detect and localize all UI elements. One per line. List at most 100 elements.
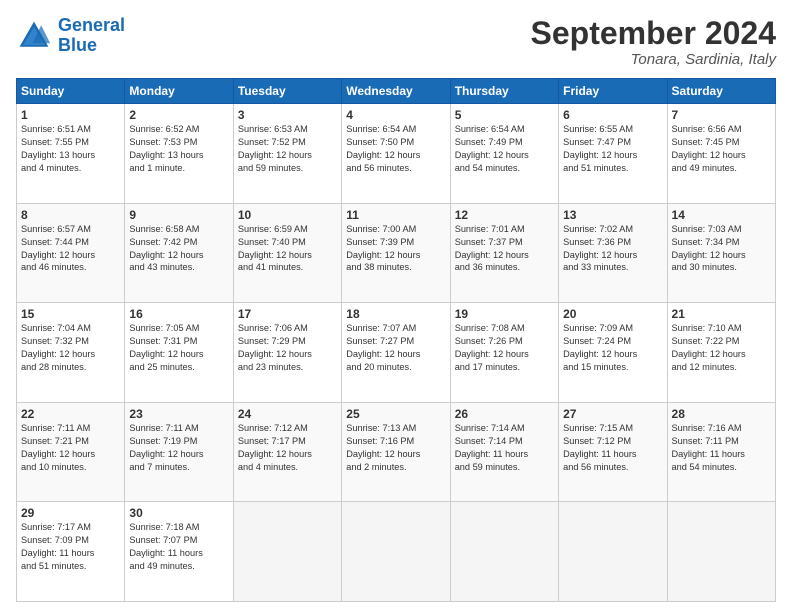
day-number: 9 — [129, 208, 228, 222]
day-number: 7 — [672, 108, 771, 122]
calendar-cell — [342, 502, 450, 602]
calendar-week-5: 29Sunrise: 7:17 AM Sunset: 7:09 PM Dayli… — [17, 502, 776, 602]
day-info: Sunrise: 6:59 AM Sunset: 7:40 PM Dayligh… — [238, 223, 337, 275]
calendar-cell: 28Sunrise: 7:16 AM Sunset: 7:11 PM Dayli… — [667, 402, 775, 502]
calendar-cell: 5Sunrise: 6:54 AM Sunset: 7:49 PM Daylig… — [450, 104, 558, 204]
calendar-week-4: 22Sunrise: 7:11 AM Sunset: 7:21 PM Dayli… — [17, 402, 776, 502]
logo-blue: Blue — [58, 35, 97, 55]
day-number: 19 — [455, 307, 554, 321]
calendar-cell: 22Sunrise: 7:11 AM Sunset: 7:21 PM Dayli… — [17, 402, 125, 502]
calendar-week-3: 15Sunrise: 7:04 AM Sunset: 7:32 PM Dayli… — [17, 303, 776, 403]
calendar-cell: 9Sunrise: 6:58 AM Sunset: 7:42 PM Daylig… — [125, 203, 233, 303]
day-number: 3 — [238, 108, 337, 122]
day-info: Sunrise: 7:17 AM Sunset: 7:09 PM Dayligh… — [21, 521, 120, 573]
calendar-cell: 18Sunrise: 7:07 AM Sunset: 7:27 PM Dayli… — [342, 303, 450, 403]
day-info: Sunrise: 7:01 AM Sunset: 7:37 PM Dayligh… — [455, 223, 554, 275]
calendar-cell: 2Sunrise: 6:52 AM Sunset: 7:53 PM Daylig… — [125, 104, 233, 204]
calendar-cell: 3Sunrise: 6:53 AM Sunset: 7:52 PM Daylig… — [233, 104, 341, 204]
col-header-saturday: Saturday — [667, 79, 775, 104]
day-info: Sunrise: 7:05 AM Sunset: 7:31 PM Dayligh… — [129, 322, 228, 374]
day-info: Sunrise: 7:08 AM Sunset: 7:26 PM Dayligh… — [455, 322, 554, 374]
calendar-cell — [450, 502, 558, 602]
calendar-cell: 23Sunrise: 7:11 AM Sunset: 7:19 PM Dayli… — [125, 402, 233, 502]
calendar-cell: 12Sunrise: 7:01 AM Sunset: 7:37 PM Dayli… — [450, 203, 558, 303]
calendar-header-row: SundayMondayTuesdayWednesdayThursdayFrid… — [17, 79, 776, 104]
day-number: 14 — [672, 208, 771, 222]
day-info: Sunrise: 6:56 AM Sunset: 7:45 PM Dayligh… — [672, 123, 771, 175]
day-info: Sunrise: 6:54 AM Sunset: 7:50 PM Dayligh… — [346, 123, 445, 175]
day-info: Sunrise: 6:55 AM Sunset: 7:47 PM Dayligh… — [563, 123, 662, 175]
day-number: 16 — [129, 307, 228, 321]
day-number: 4 — [346, 108, 445, 122]
col-header-monday: Monday — [125, 79, 233, 104]
calendar-cell: 29Sunrise: 7:17 AM Sunset: 7:09 PM Dayli… — [17, 502, 125, 602]
day-number: 18 — [346, 307, 445, 321]
day-number: 27 — [563, 407, 662, 421]
day-info: Sunrise: 7:14 AM Sunset: 7:14 PM Dayligh… — [455, 422, 554, 474]
day-number: 13 — [563, 208, 662, 222]
day-info: Sunrise: 7:09 AM Sunset: 7:24 PM Dayligh… — [563, 322, 662, 374]
calendar-cell — [559, 502, 667, 602]
calendar-cell: 11Sunrise: 7:00 AM Sunset: 7:39 PM Dayli… — [342, 203, 450, 303]
calendar: SundayMondayTuesdayWednesdayThursdayFrid… — [16, 78, 776, 602]
calendar-cell: 19Sunrise: 7:08 AM Sunset: 7:26 PM Dayli… — [450, 303, 558, 403]
logo-general: General — [58, 15, 125, 35]
col-header-tuesday: Tuesday — [233, 79, 341, 104]
calendar-cell: 20Sunrise: 7:09 AM Sunset: 7:24 PM Dayli… — [559, 303, 667, 403]
header: General Blue September 2024 Tonara, Sard… — [16, 16, 776, 68]
day-number: 24 — [238, 407, 337, 421]
day-number: 6 — [563, 108, 662, 122]
day-info: Sunrise: 7:07 AM Sunset: 7:27 PM Dayligh… — [346, 322, 445, 374]
logo-text: General Blue — [58, 16, 125, 56]
logo-icon — [16, 18, 52, 54]
day-number: 30 — [129, 506, 228, 520]
location: Tonara, Sardinia, Italy — [531, 51, 776, 68]
day-info: Sunrise: 7:03 AM Sunset: 7:34 PM Dayligh… — [672, 223, 771, 275]
day-number: 11 — [346, 208, 445, 222]
calendar-cell: 26Sunrise: 7:14 AM Sunset: 7:14 PM Dayli… — [450, 402, 558, 502]
day-number: 1 — [21, 108, 120, 122]
calendar-cell: 17Sunrise: 7:06 AM Sunset: 7:29 PM Dayli… — [233, 303, 341, 403]
calendar-cell: 7Sunrise: 6:56 AM Sunset: 7:45 PM Daylig… — [667, 104, 775, 204]
month-title: September 2024 — [531, 16, 776, 51]
day-number: 28 — [672, 407, 771, 421]
day-info: Sunrise: 7:11 AM Sunset: 7:19 PM Dayligh… — [129, 422, 228, 474]
day-info: Sunrise: 7:16 AM Sunset: 7:11 PM Dayligh… — [672, 422, 771, 474]
calendar-week-1: 1Sunrise: 6:51 AM Sunset: 7:55 PM Daylig… — [17, 104, 776, 204]
day-info: Sunrise: 6:52 AM Sunset: 7:53 PM Dayligh… — [129, 123, 228, 175]
day-info: Sunrise: 7:06 AM Sunset: 7:29 PM Dayligh… — [238, 322, 337, 374]
logo: General Blue — [16, 16, 125, 56]
day-number: 22 — [21, 407, 120, 421]
calendar-cell: 14Sunrise: 7:03 AM Sunset: 7:34 PM Dayli… — [667, 203, 775, 303]
calendar-cell: 8Sunrise: 6:57 AM Sunset: 7:44 PM Daylig… — [17, 203, 125, 303]
col-header-friday: Friday — [559, 79, 667, 104]
calendar-cell: 1Sunrise: 6:51 AM Sunset: 7:55 PM Daylig… — [17, 104, 125, 204]
day-info: Sunrise: 7:12 AM Sunset: 7:17 PM Dayligh… — [238, 422, 337, 474]
col-header-wednesday: Wednesday — [342, 79, 450, 104]
title-block: September 2024 Tonara, Sardinia, Italy — [531, 16, 776, 68]
calendar-cell: 13Sunrise: 7:02 AM Sunset: 7:36 PM Dayli… — [559, 203, 667, 303]
calendar-week-2: 8Sunrise: 6:57 AM Sunset: 7:44 PM Daylig… — [17, 203, 776, 303]
day-info: Sunrise: 7:11 AM Sunset: 7:21 PM Dayligh… — [21, 422, 120, 474]
calendar-cell — [233, 502, 341, 602]
day-info: Sunrise: 6:58 AM Sunset: 7:42 PM Dayligh… — [129, 223, 228, 275]
day-number: 2 — [129, 108, 228, 122]
day-number: 21 — [672, 307, 771, 321]
calendar-cell: 16Sunrise: 7:05 AM Sunset: 7:31 PM Dayli… — [125, 303, 233, 403]
calendar-cell: 15Sunrise: 7:04 AM Sunset: 7:32 PM Dayli… — [17, 303, 125, 403]
page: General Blue September 2024 Tonara, Sard… — [0, 0, 792, 612]
day-number: 12 — [455, 208, 554, 222]
col-header-sunday: Sunday — [17, 79, 125, 104]
day-info: Sunrise: 7:15 AM Sunset: 7:12 PM Dayligh… — [563, 422, 662, 474]
day-number: 5 — [455, 108, 554, 122]
day-info: Sunrise: 6:57 AM Sunset: 7:44 PM Dayligh… — [21, 223, 120, 275]
day-info: Sunrise: 7:18 AM Sunset: 7:07 PM Dayligh… — [129, 521, 228, 573]
day-info: Sunrise: 7:10 AM Sunset: 7:22 PM Dayligh… — [672, 322, 771, 374]
calendar-cell: 4Sunrise: 6:54 AM Sunset: 7:50 PM Daylig… — [342, 104, 450, 204]
day-number: 26 — [455, 407, 554, 421]
calendar-cell: 27Sunrise: 7:15 AM Sunset: 7:12 PM Dayli… — [559, 402, 667, 502]
calendar-cell: 10Sunrise: 6:59 AM Sunset: 7:40 PM Dayli… — [233, 203, 341, 303]
day-number: 10 — [238, 208, 337, 222]
day-number: 17 — [238, 307, 337, 321]
day-number: 29 — [21, 506, 120, 520]
